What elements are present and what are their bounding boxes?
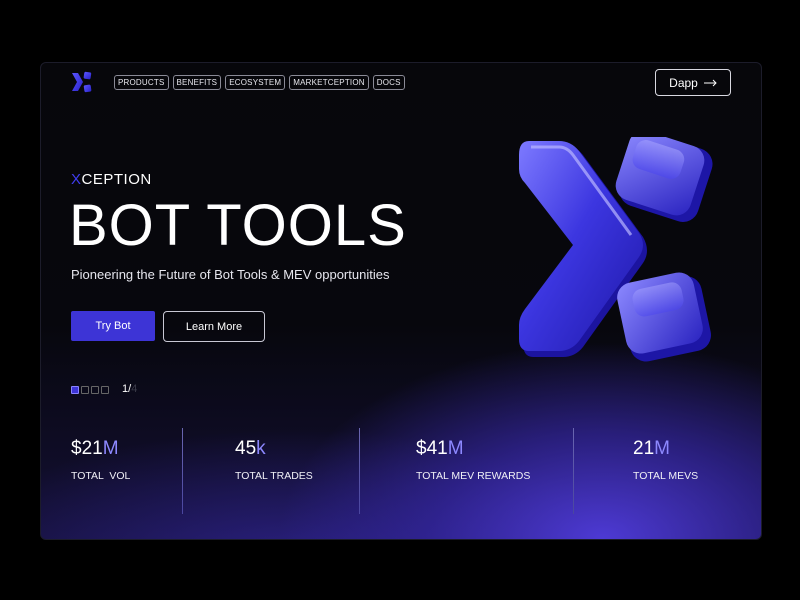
slide-counter-current: 1/: [122, 383, 132, 395]
stat-value-unit: M: [102, 438, 119, 459]
brand-kicker: XCEPTION: [71, 171, 152, 188]
stat-label: TOTAL MEV REWARDS: [416, 470, 531, 482]
top-nav: PRODUCTS BENEFITS ECOSYSTEM MARKETCEPTIO…: [114, 75, 405, 90]
slide-counter: 1/4: [122, 383, 137, 395]
stat-label: TOTAL TRADES: [235, 470, 313, 482]
stat-value-main: 21: [633, 438, 655, 459]
nav-item-products[interactable]: PRODUCTS: [114, 75, 169, 90]
pager-dot-3[interactable]: [91, 386, 99, 394]
pager-dot-4[interactable]: [101, 386, 109, 394]
stat-value-main: 45: [235, 438, 257, 459]
nav-item-ecosystem[interactable]: ECOSYSTEM: [225, 75, 286, 90]
kicker-rest: CEPTION: [81, 171, 152, 188]
xception-3d-logo-icon: [519, 137, 713, 362]
learn-more-button[interactable]: Learn More: [163, 311, 265, 342]
nav-item-marketception[interactable]: MARKETCEPTION: [289, 75, 369, 90]
arrow-right-icon: [703, 79, 717, 86]
dapp-button[interactable]: Dapp: [655, 69, 731, 96]
stat-value: $21M: [71, 438, 130, 460]
page-title: BOT TOOLS: [69, 193, 407, 258]
hero-card: PRODUCTS BENEFITS ECOSYSTEM MARKETCEPTIO…: [40, 62, 762, 540]
stat-divider: [182, 428, 183, 514]
stat-total-mevs: 21M TOTAL MEVS: [633, 438, 698, 482]
stat-label: TOTAL MEVS: [633, 470, 699, 482]
slide-pager: [71, 386, 109, 394]
stat-value: 45k: [235, 438, 313, 460]
hero-subtitle: Pioneering the Future of Bot Tools & MEV…: [71, 267, 390, 282]
pager-dot-1[interactable]: [71, 386, 79, 394]
stat-divider: [359, 428, 360, 514]
stat-total-trades: 45k TOTAL TRADES: [235, 438, 313, 482]
slide-counter-total: 4: [131, 383, 138, 395]
stat-total-vol: $21M TOTAL VOL: [71, 438, 130, 482]
stat-value-main: $41: [416, 438, 448, 459]
pager-dot-2[interactable]: [81, 386, 89, 394]
stat-label: TOTAL VOL: [71, 470, 131, 482]
dapp-label: Dapp: [669, 75, 698, 90]
stat-value-main: $21: [71, 438, 103, 459]
stat-value: $41M: [416, 438, 530, 460]
stat-total-mev-rewards: $41M TOTAL MEV REWARDS: [416, 438, 530, 482]
stat-value-unit: M: [654, 438, 670, 459]
nav-item-benefits[interactable]: BENEFITS: [172, 75, 222, 90]
stat-value: 21M: [633, 438, 698, 460]
stat-value-unit: k: [256, 438, 266, 459]
try-bot-button[interactable]: Try Bot: [71, 311, 155, 341]
stat-divider: [573, 428, 574, 514]
kicker-x: X: [71, 171, 82, 188]
stat-value-unit: M: [447, 438, 464, 459]
nav-item-docs[interactable]: DOCS: [372, 75, 405, 90]
xception-logo-icon[interactable]: [71, 71, 93, 93]
